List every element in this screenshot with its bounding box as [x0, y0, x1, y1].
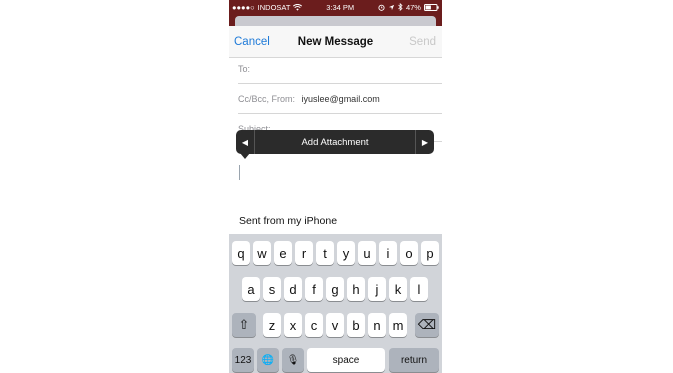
- key-l[interactable]: l: [410, 277, 428, 301]
- battery-percent: 47%: [405, 2, 421, 12]
- key-c[interactable]: c: [305, 313, 323, 337]
- key-t[interactable]: t: [316, 241, 334, 265]
- status-time: 3:34 PM: [326, 2, 355, 12]
- shift-icon: ⇧: [238, 317, 250, 332]
- right-arrow-icon: ▶: [421, 137, 429, 147]
- key-i[interactable]: i: [379, 241, 397, 265]
- key-y[interactable]: y: [337, 241, 355, 265]
- cc-bcc-from-label: Cc/Bcc, From:: [238, 94, 296, 104]
- background-sheet: [229, 14, 442, 26]
- key-x[interactable]: x: [284, 313, 302, 337]
- location-icon: [388, 4, 395, 10]
- key-w[interactable]: w: [253, 241, 271, 265]
- key-a[interactable]: a: [242, 277, 260, 301]
- globe-key[interactable]: 🌐: [257, 348, 279, 372]
- key-p[interactable]: p: [421, 241, 439, 265]
- numbers-key[interactable]: 123: [232, 348, 254, 372]
- return-key[interactable]: return: [389, 348, 439, 372]
- key-o[interactable]: o: [400, 241, 418, 265]
- callout-prev-button[interactable]: ◀: [236, 130, 254, 154]
- keyboard: q w e r t y u i o p a s d f g h j k l ⇧ …: [229, 234, 442, 373]
- space-key[interactable]: space: [307, 348, 385, 372]
- key-h[interactable]: h: [347, 277, 365, 301]
- key-g[interactable]: g: [326, 277, 344, 301]
- key-d[interactable]: d: [284, 277, 302, 301]
- key-v[interactable]: v: [326, 313, 344, 337]
- delete-icon: ⌫: [417, 317, 437, 332]
- left-arrow-icon: ◀: [241, 137, 249, 147]
- key-j[interactable]: j: [368, 277, 386, 301]
- signal-strength: ●●●●○: [232, 2, 255, 12]
- compose-nav-bar: Cancel New Message Send: [229, 26, 442, 58]
- wifi-icon: [293, 3, 303, 11]
- from-email: iyuslee@gmail.com: [301, 94, 380, 104]
- cc-bcc-from-field[interactable]: Cc/Bcc, From: iyuslee@gmail.com: [238, 84, 442, 114]
- globe-icon: 🌐: [261, 354, 275, 366]
- delete-key[interactable]: ⌫: [415, 313, 439, 337]
- to-field[interactable]: To:: [238, 58, 442, 84]
- to-label: To:: [238, 64, 251, 74]
- alarm-icon: [378, 4, 385, 11]
- shift-key[interactable]: ⇧: [232, 313, 256, 337]
- microphone-icon: 🎙: [286, 354, 300, 366]
- key-b[interactable]: b: [347, 313, 365, 337]
- key-m[interactable]: m: [389, 313, 407, 337]
- mail-compose-screen: ●●●●○ INDOSAT 3:34 PM 47% Cancel New Mes…: [229, 0, 442, 373]
- key-k[interactable]: k: [389, 277, 407, 301]
- text-cursor: [239, 165, 240, 180]
- callout-next-button[interactable]: ▶: [416, 130, 434, 154]
- dictation-key[interactable]: 🎙: [282, 348, 304, 372]
- key-e[interactable]: e: [274, 241, 292, 265]
- key-u[interactable]: u: [358, 241, 376, 265]
- callout-pointer: [240, 153, 250, 159]
- key-f[interactable]: f: [305, 277, 323, 301]
- carrier-name: INDOSAT: [257, 2, 291, 12]
- add-attachment-button[interactable]: Add Attachment: [255, 137, 415, 148]
- battery-icon: [423, 3, 439, 11]
- bluetooth-icon: [398, 3, 403, 11]
- edit-callout-menu: ◀ Add Attachment ▶: [236, 130, 434, 154]
- key-q[interactable]: q: [232, 241, 250, 265]
- key-r[interactable]: r: [295, 241, 313, 265]
- status-bar: ●●●●○ INDOSAT 3:34 PM 47%: [229, 0, 442, 14]
- email-signature[interactable]: Sent from my iPhone: [239, 215, 337, 227]
- key-z[interactable]: z: [263, 313, 281, 337]
- key-s[interactable]: s: [263, 277, 281, 301]
- send-button[interactable]: Send: [409, 36, 436, 48]
- key-n[interactable]: n: [368, 313, 386, 337]
